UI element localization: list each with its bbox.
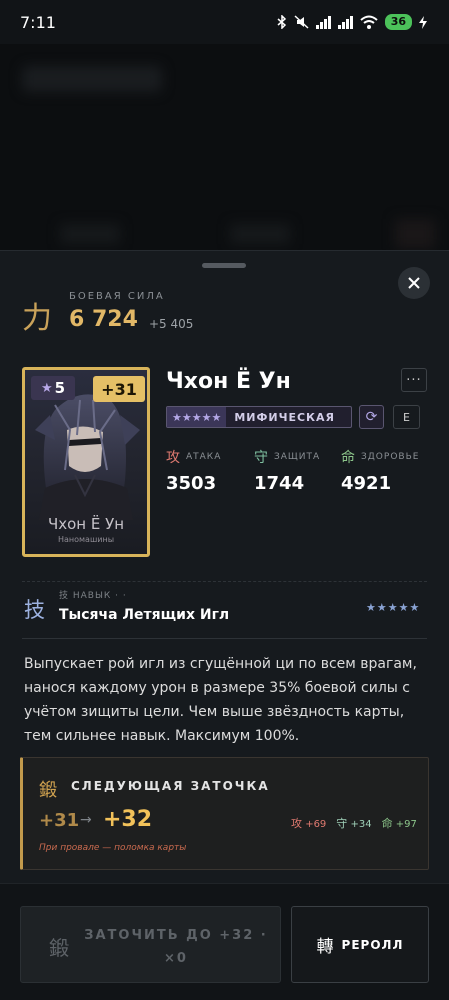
- stat-defense: 守 ЗАЩИТА 1744: [254, 447, 320, 494]
- power-delta: +5 405: [149, 317, 194, 331]
- refresh-button[interactable]: ⟳: [359, 405, 384, 429]
- card-stars-value: 5: [54, 379, 66, 397]
- upgrade-from: +31: [39, 810, 80, 831]
- arrow-right-icon: →: [80, 812, 92, 828]
- card-detail-sheet: 力 БОЕВАЯ СИЛА 6 724 +5 405 ★ 5 +31 Чхон …: [0, 250, 449, 1000]
- next-upgrade-panel: 鍛 СЛЕДУЮЩАЯ ЗАТОЧКА +31 → +32 攻 +69 守 +3…: [20, 757, 429, 870]
- hero-name: Чхон Ё Ун: [166, 369, 291, 394]
- card-name: Чхон Ё Ун: [47, 515, 125, 533]
- stat-health: 命 ЗДОРОВЬЕ 4921: [341, 447, 419, 494]
- health-icon: 命: [341, 450, 356, 466]
- upgrade-button-label: ЗАТОЧИТЬ ДО +32 · ×0: [84, 928, 268, 966]
- stat-value: 4921: [341, 473, 392, 494]
- card-stars-badge: ★ 5: [31, 376, 75, 400]
- blurred-block: [395, 219, 435, 249]
- bonus-defense: 守 +34: [336, 815, 371, 831]
- close-button[interactable]: [398, 267, 430, 299]
- power-label: БОЕВАЯ СИЛА: [69, 291, 165, 302]
- skill-label: 技 НАВЫК · ·: [59, 591, 127, 601]
- rarity-stars: ★★★★★: [167, 407, 227, 427]
- equip-button[interactable]: E: [393, 405, 420, 429]
- reroll-button-label: РЕРОЛЛ: [341, 937, 404, 952]
- health-icon: 命: [381, 817, 393, 830]
- divider: [22, 638, 427, 639]
- defense-icon: 守: [336, 817, 348, 830]
- bonus-value: +69: [305, 819, 327, 830]
- status-time: 7:11: [20, 12, 56, 32]
- stat-value: 1744: [254, 473, 305, 494]
- more-options-button[interactable]: ···: [401, 368, 427, 392]
- upgrade-title: СЛЕДУЮЩАЯ ЗАТОЧКА: [71, 779, 270, 793]
- skill-stars: ★★★★★: [366, 601, 421, 614]
- stat-attack: 攻 АТАКА 3503: [166, 447, 221, 494]
- forge-icon: 鍛: [39, 780, 57, 801]
- wifi-icon: [360, 15, 378, 29]
- card-subtitle: Наномашины: [57, 535, 115, 544]
- skill-name: Тысяча Летящих Игл: [59, 607, 230, 623]
- signal-icon-2: [337, 15, 353, 29]
- forge-icon: 鍛: [49, 936, 69, 960]
- refresh-icon: ⟳: [365, 409, 378, 425]
- status-bar: 7:11 36: [0, 0, 449, 44]
- stat-label: ЗДОРОВЬЕ: [361, 452, 420, 462]
- card-level-badge: +31: [93, 376, 145, 402]
- stat-label: АТАКА: [186, 452, 222, 462]
- upgrade-bonuses: 攻 +69 守 +34 命 +97: [291, 815, 417, 831]
- upgrade-button[interactable]: 鍛 ЗАТОЧИТЬ ДО +32 · ×0: [20, 906, 281, 983]
- defense-icon: 守: [254, 450, 269, 466]
- attack-icon: 攻: [291, 817, 302, 830]
- blurred-block: [230, 224, 290, 244]
- bonus-attack: 攻 +69: [291, 815, 326, 831]
- rarity-label: МИФИЧЕСКАЯ: [234, 410, 336, 424]
- blurred-block: [60, 224, 120, 244]
- rarity-badge: ★★★★★ МИФИЧЕСКАЯ: [166, 406, 352, 428]
- power-value: 6 724: [69, 307, 138, 332]
- drag-handle[interactable]: [202, 263, 246, 268]
- divider: [22, 581, 427, 582]
- hero-card[interactable]: ★ 5 +31 Чхон Ё Ун Наномашины: [22, 367, 150, 557]
- bluetooth-icon: [277, 15, 286, 29]
- mute-icon: [294, 15, 309, 29]
- skill-description: Выпускает рой игл из сгущённой ци по все…: [24, 656, 417, 744]
- stat-value: 3503: [166, 473, 217, 494]
- close-icon: [408, 277, 420, 289]
- bonus-value: +97: [395, 819, 417, 830]
- background-overlay: [0, 44, 449, 254]
- star-icon: ★: [40, 380, 53, 396]
- power-icon: 力: [22, 301, 52, 336]
- bonus-value: +34: [350, 819, 372, 830]
- blurred-block: [22, 66, 162, 92]
- stat-label: ЗАЩИТА: [274, 452, 321, 462]
- skill-icon: 技: [24, 598, 45, 622]
- upgrade-warning: При провале — поломка карты: [39, 843, 187, 853]
- battery-icon: 36: [384, 14, 412, 30]
- bonus-health: 命 +97: [382, 815, 417, 831]
- reroll-button[interactable]: 轉 РЕРОЛЛ: [291, 906, 429, 983]
- status-icons: 36: [277, 14, 427, 30]
- signal-icon-1: [315, 15, 331, 29]
- charging-icon: [419, 15, 427, 29]
- reroll-icon: 轉: [316, 937, 334, 957]
- upgrade-to: +32: [103, 807, 153, 832]
- attack-icon: 攻: [166, 450, 181, 466]
